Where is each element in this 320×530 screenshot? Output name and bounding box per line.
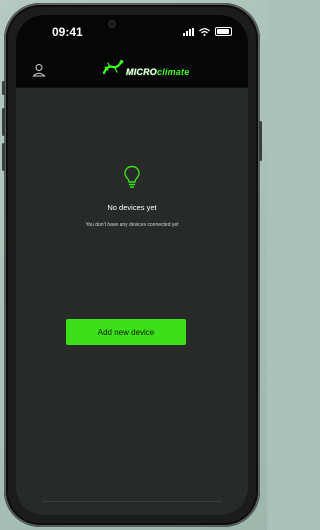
mute-switch [2,81,5,95]
user-icon[interactable] [32,63,46,77]
volume-down-button [2,143,5,171]
status-bar: 09:41 [16,15,248,55]
logo-text: MICROclimate [126,67,190,77]
empty-state: No devices yet You don't have any device… [16,165,248,228]
camera-dot [108,20,116,28]
phone-frame: 09:41 MICROclimate No devices yet You do… [2,3,262,527]
power-button [259,121,262,161]
gecko-icon [102,60,124,75]
empty-state-subtitle: You don't have any devices connected yet [85,222,179,228]
status-time: 09:41 [52,25,83,39]
app-bar: MICROclimate [16,55,248,88]
battery-icon [215,27,232,36]
cellular-signal-icon [183,27,194,36]
status-icons [183,27,232,36]
volume-up-button [2,108,5,136]
empty-state-title: No devices yet [107,203,157,212]
wifi-icon [199,27,210,36]
home-indicator [42,501,222,502]
add-new-device-button[interactable]: Add new device [66,319,186,345]
app-screen: 09:41 MICROclimate No devices yet You do… [16,15,248,515]
app-logo: MICROclimate [102,59,189,77]
lightbulb-icon [124,165,140,188]
